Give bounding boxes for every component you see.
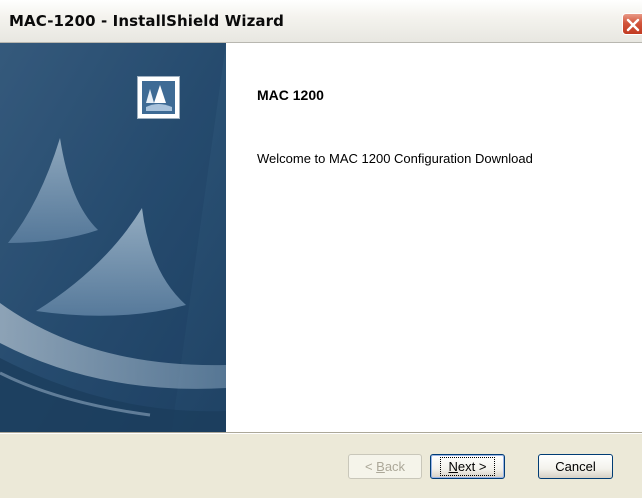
wizard-sidebar-art (0, 43, 226, 432)
back-mnemonic: B (376, 459, 385, 474)
next-mnemonic: N (448, 459, 458, 474)
close-button[interactable] (622, 13, 642, 35)
back-prefix: < (364, 459, 377, 474)
page-heading: MAC 1200 (257, 87, 324, 103)
installshield-logo-icon (137, 76, 180, 119)
next-focus-ring: Next > (439, 457, 496, 476)
cancel-button[interactable]: Cancel (538, 454, 613, 479)
welcome-text: Welcome to MAC 1200 Configuration Downlo… (257, 151, 533, 166)
next-label: ext > (457, 459, 487, 474)
wizard-content: MAC 1200 Welcome to MAC 1200 Configurati… (226, 43, 642, 432)
separator (0, 432, 642, 434)
button-bar: < Back Next > Cancel (0, 432, 642, 498)
back-button[interactable]: < Back (348, 454, 422, 479)
close-icon (626, 18, 640, 32)
window-title: MAC-1200 - InstallShield Wizard (9, 12, 284, 30)
title-bar[interactable]: MAC-1200 - InstallShield Wizard (0, 0, 642, 43)
sailboat-artwork (0, 43, 226, 432)
next-button[interactable]: Next > (430, 454, 505, 479)
back-label: ack (384, 459, 406, 474)
